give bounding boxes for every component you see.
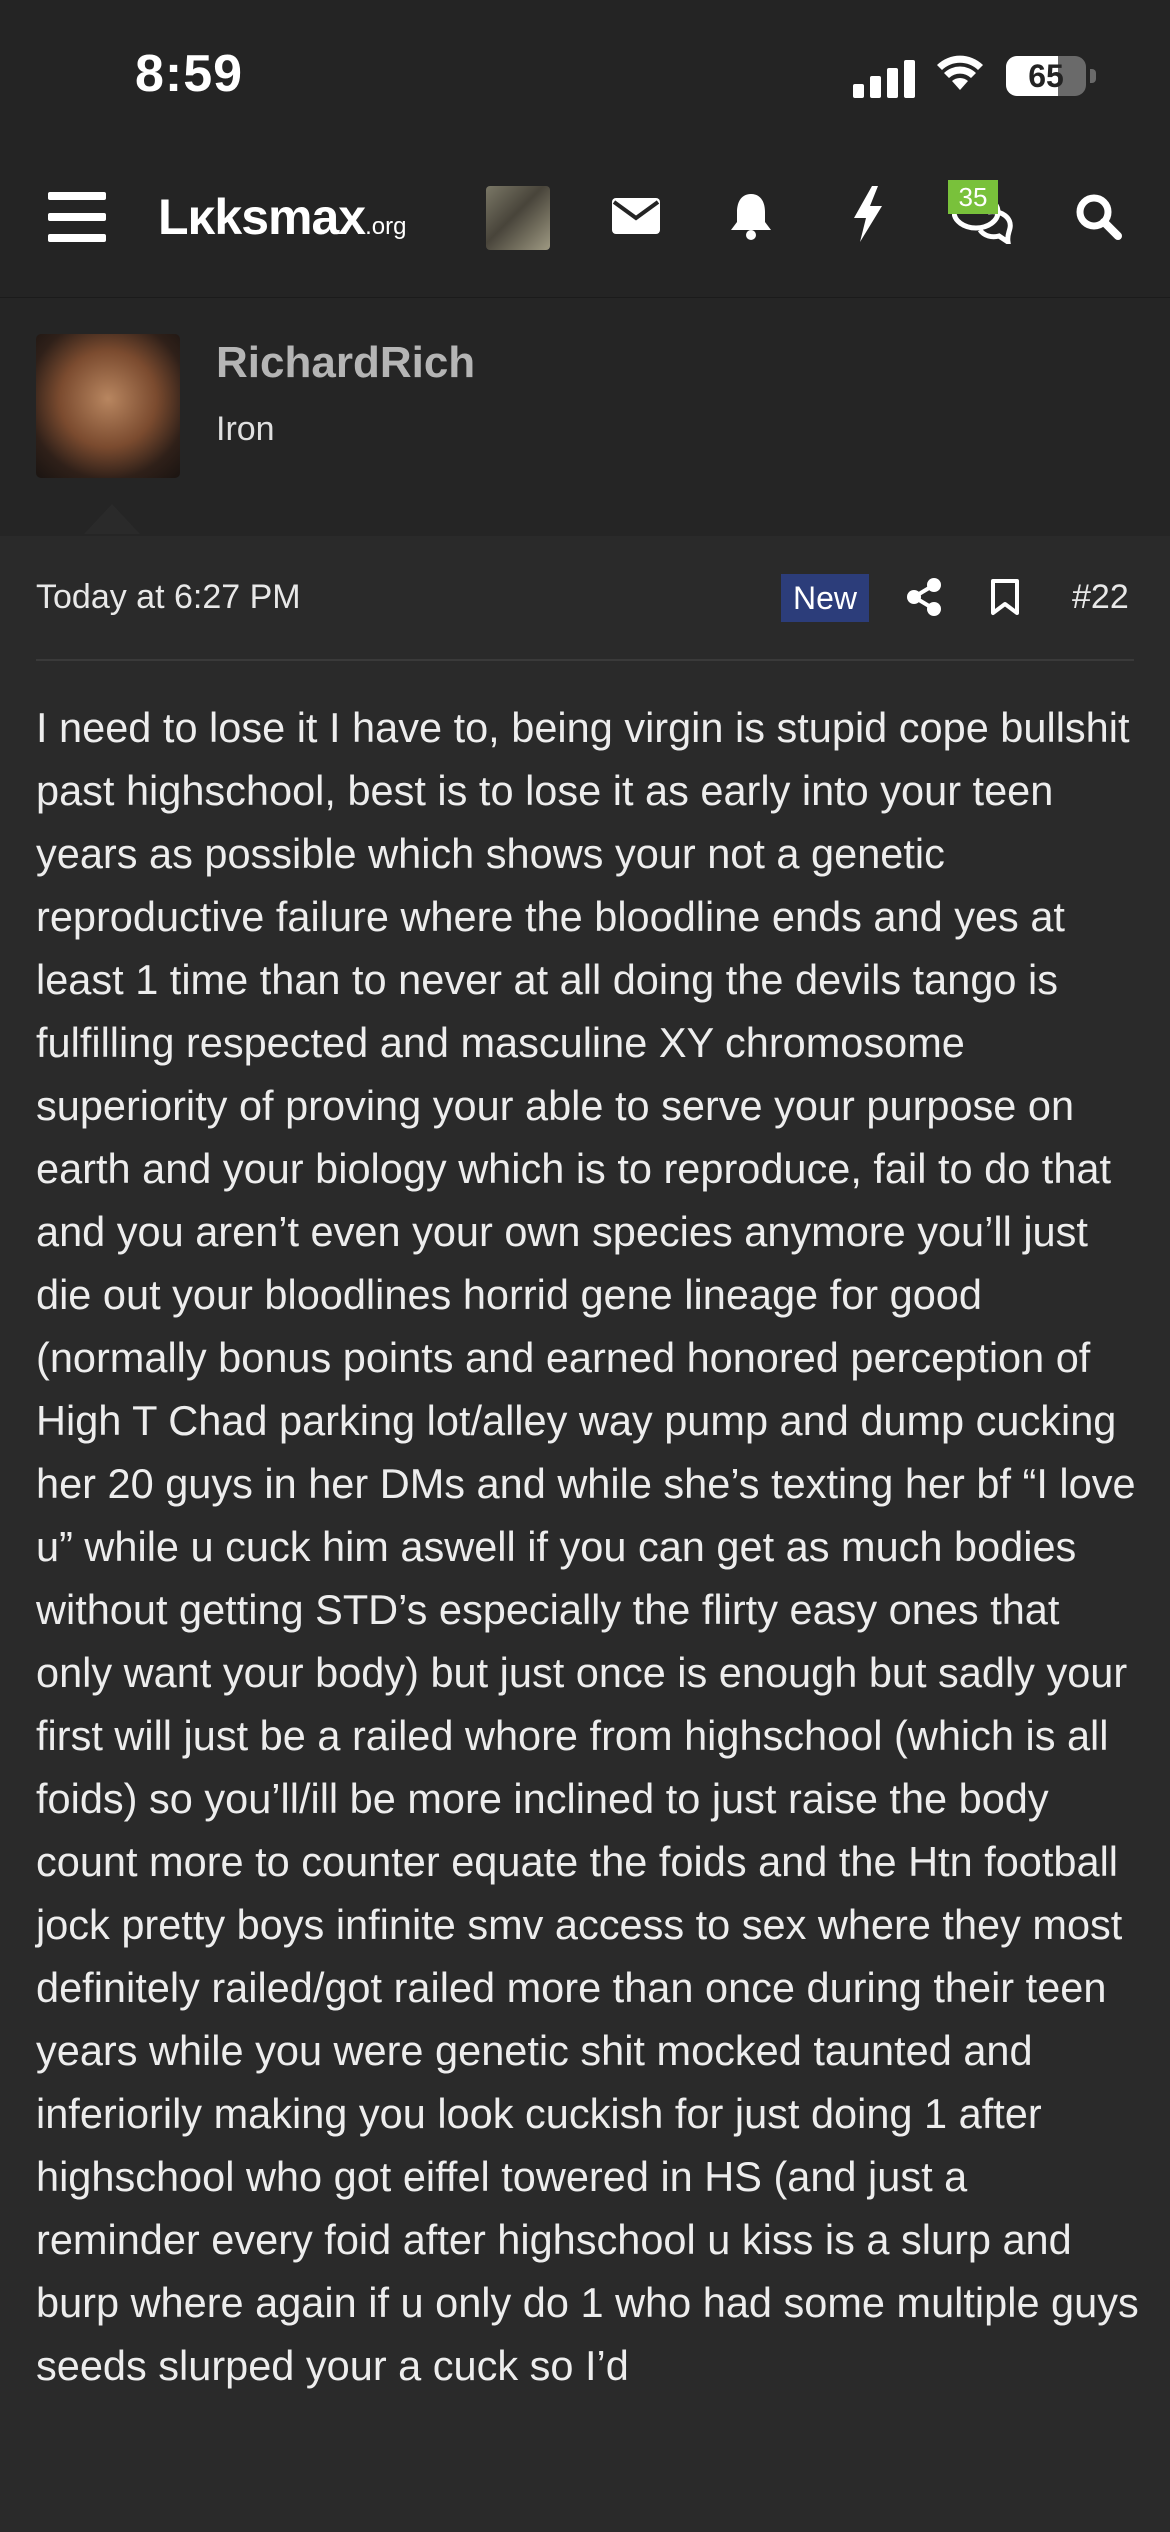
account-avatar[interactable] [486,186,550,250]
wifi-icon [935,52,985,97]
status-time: 8:59 [135,45,244,103]
new-badge: New [781,574,869,622]
site-logo[interactable]: Lκksmax.org [158,188,406,246]
bolt-icon[interactable] [850,186,886,247]
battery-percent: 65 [1028,58,1064,94]
logo-suffix-text: .org [365,213,407,240]
status-bar: 8:59 65 [0,0,1170,150]
mail-icon[interactable] [612,198,660,239]
battery-icon: 65 [1006,56,1086,96]
post-author-header: RichardRich Iron [0,298,1170,537]
logo-main-text: Lκksmax [158,189,366,245]
bookmark-icon[interactable] [990,578,1020,621]
share-icon[interactable] [906,578,942,621]
post-number[interactable]: #22 [1072,578,1129,617]
cellular-signal-icon [853,58,915,98]
divider [36,659,1134,661]
menu-icon[interactable] [48,192,108,242]
search-icon[interactable] [1074,192,1122,245]
user-avatar[interactable] [36,334,180,478]
post-timestamp[interactable]: Today at 6:27 PM [36,578,301,617]
user-title: Iron [216,410,275,448]
message-pointer [84,504,140,534]
chat-count-badge: 35 [948,180,998,214]
battery-tip [1090,69,1096,83]
top-navigation: Lκksmax.org 35 [0,150,1170,298]
post-content: Today at 6:27 PM New #22 I need to lose … [0,536,1170,2532]
username[interactable]: RichardRich [216,338,475,388]
message-text: I need to lose it I have to, being virgi… [36,704,1139,2389]
bell-icon[interactable] [728,190,774,245]
